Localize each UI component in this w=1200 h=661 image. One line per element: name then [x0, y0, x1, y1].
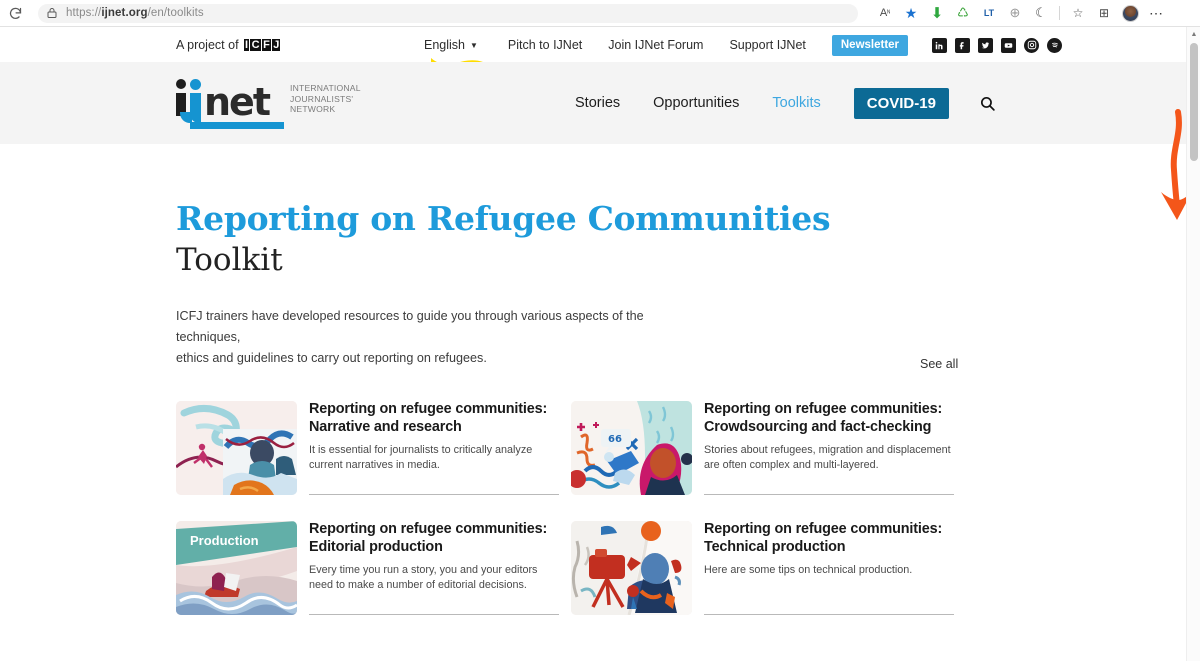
card-body: Reporting on refugee communities: Techni…	[704, 521, 954, 615]
project-of-label: A project of	[176, 38, 239, 52]
toolkit-card[interactable]: Production Reporting on refugee communit…	[176, 521, 559, 615]
main-content: Reporting on Refugee Communities Toolkit…	[0, 144, 1186, 615]
nav-stories[interactable]: Stories	[575, 95, 620, 111]
download-icon[interactable]: ⬇	[926, 2, 948, 24]
lock-icon	[46, 6, 60, 20]
toolkit-card[interactable]: Reporting on refugee communities: Narrat…	[176, 401, 559, 495]
address-bar[interactable]: https://ijnet.org/en/toolkits	[38, 3, 858, 23]
toolkit-card[interactable]: 66 Reporting on refugee communities: Cro…	[571, 401, 954, 495]
page-viewport: A project of ICFJ English ▼ Pitch to IJN…	[0, 28, 1186, 661]
card-divider	[309, 494, 559, 495]
profile-avatar[interactable]	[1119, 2, 1141, 24]
search-icon[interactable]	[979, 95, 996, 112]
card-body: Reporting on refugee communities: Narrat…	[309, 401, 559, 495]
card-title: Reporting on refugee communities: Editor…	[309, 521, 548, 555]
spotify-icon[interactable]	[1047, 37, 1063, 53]
thumbnail-crowdsourcing-factchecking[interactable]: 66	[571, 401, 692, 495]
browser-essentials-icon[interactable]: ⊞	[1093, 2, 1115, 24]
logo-dot-i	[176, 79, 186, 89]
project-of: A project of ICFJ	[176, 38, 281, 52]
see-all-link[interactable]: See all	[920, 357, 958, 371]
card-title: Reporting on refugee communities: Narrat…	[309, 401, 548, 435]
card-body: Reporting on refugee communities: Editor…	[309, 521, 559, 615]
logo-net-text: net	[204, 80, 271, 124]
toolkit-card[interactable]: Reporting on refugee communities: Techni…	[571, 521, 954, 615]
thumbnail-narrative-research[interactable]	[176, 401, 297, 495]
url-prefix: https://	[66, 7, 102, 19]
page-scrollbar[interactable]: ▲	[1186, 27, 1200, 661]
toolkit-card-grid: Reporting on refugee communities: Narrat…	[176, 401, 966, 615]
instagram-icon[interactable]	[1024, 37, 1040, 53]
logo-stem-j	[180, 93, 201, 123]
scroll-up-arrow[interactable]: ▲	[1187, 27, 1200, 41]
site-header: net INTERNATIONAL JOURNALISTS' NETWORK S…	[0, 62, 1186, 144]
link-pitch-to-ijnet[interactable]: Pitch to IJNet	[508, 38, 582, 52]
read-aloud-icon[interactable]: Aᴺ	[874, 2, 896, 24]
url-path: /en/toolkits	[147, 7, 204, 19]
facebook-icon[interactable]	[955, 37, 971, 53]
newsletter-button[interactable]: Newsletter	[831, 34, 909, 56]
card-title: Reporting on refugee communities: Crowds…	[704, 401, 943, 435]
card-description: Here are some tips on technical producti…	[704, 564, 913, 576]
twitter-icon[interactable]	[978, 37, 994, 53]
icfj-logo[interactable]: ICFJ	[243, 39, 282, 51]
logo-dot-j	[190, 79, 201, 90]
card-title: Reporting on refugee communities: Techni…	[704, 521, 943, 555]
chevron-down-icon: ▼	[470, 40, 478, 50]
card-divider	[309, 614, 559, 615]
youtube-icon[interactable]	[1001, 37, 1017, 53]
description-line2: ethics and guidelines to carry out repor…	[176, 351, 487, 365]
svg-text:66: 66	[608, 434, 622, 445]
settings-more-icon[interactable]: ⋯	[1145, 2, 1167, 24]
browser-actions: Aᴺ ★ ⬇ ♺ LT ⊕ ☾ ☆ ⊞ ⋯	[874, 2, 1167, 24]
card-divider	[704, 494, 954, 495]
logo-subtitle: INTERNATIONAL JOURNALISTS' NETWORK	[290, 83, 361, 115]
card-body: Reporting on refugee communities: Crowds…	[704, 401, 954, 495]
ijnet-logo[interactable]: net INTERNATIONAL JOURNALISTS' NETWORK	[176, 77, 361, 129]
covid-19-button[interactable]: COVID-19	[853, 87, 949, 119]
thumb-overlay-text: Production	[190, 533, 259, 548]
favorite-star-icon[interactable]: ★	[900, 2, 922, 24]
copilot-icon[interactable]: ☾	[1030, 2, 1052, 24]
page-title: Reporting on Refugee Communities	[176, 199, 831, 238]
card-description: Stories about refugees, migration and di…	[704, 444, 951, 471]
link-join-ijnet-forum[interactable]: Join IJNet Forum	[608, 38, 703, 52]
card-description: Every time you run a story, you and your…	[309, 564, 538, 591]
url-domain: ijnet.org	[101, 7, 148, 19]
thumbnail-technical-production[interactable]	[571, 521, 692, 615]
main-navigation: Stories Opportunities Toolkits COVID-19	[575, 62, 996, 144]
language-label: English	[424, 38, 465, 52]
social-links	[932, 37, 1063, 53]
logo-underline	[190, 122, 284, 129]
globe-extension-icon[interactable]: ⊕	[1004, 2, 1026, 24]
card-divider	[704, 614, 954, 615]
page-description: ICFJ trainers have developed resources t…	[176, 306, 696, 369]
languagetool-icon[interactable]: LT	[978, 2, 1000, 24]
utility-bar: A project of ICFJ English ▼ Pitch to IJN…	[0, 28, 1186, 67]
language-selector[interactable]: English ▼	[420, 38, 483, 67]
description-line1: ICFJ trainers have developed resources t…	[176, 309, 644, 344]
nav-toolkits[interactable]: Toolkits	[772, 95, 820, 111]
link-support-ijnet[interactable]: Support IJNet	[729, 38, 805, 52]
card-description: It is essential for journalists to criti…	[309, 444, 533, 471]
logo-subtitle-line1: INTERNATIONAL	[290, 83, 361, 93]
linkedin-icon[interactable]	[932, 37, 948, 53]
url-text: https://ijnet.org/en/toolkits	[66, 7, 204, 19]
collections-icon[interactable]: ☆	[1067, 2, 1089, 24]
reload-icon[interactable]	[0, 0, 30, 27]
recycle-extension-icon[interactable]: ♺	[952, 2, 974, 24]
toolbar-divider	[1059, 6, 1060, 20]
scrollbar-thumb[interactable]	[1190, 43, 1198, 161]
logo-wordmark: net	[176, 77, 284, 129]
nav-opportunities[interactable]: Opportunities	[653, 95, 739, 111]
browser-toolbar: https://ijnet.org/en/toolkits Aᴺ ★ ⬇ ♺ L…	[0, 0, 1200, 27]
utility-links: English ▼ Pitch to IJNet Join IJNet Foru…	[420, 28, 1063, 67]
page-subtitle: Toolkit	[176, 242, 283, 278]
logo-subtitle-line3: NETWORK	[290, 104, 336, 114]
thumbnail-editorial-production[interactable]: Production	[176, 521, 297, 615]
logo-subtitle-line2: JOURNALISTS'	[290, 93, 354, 104]
